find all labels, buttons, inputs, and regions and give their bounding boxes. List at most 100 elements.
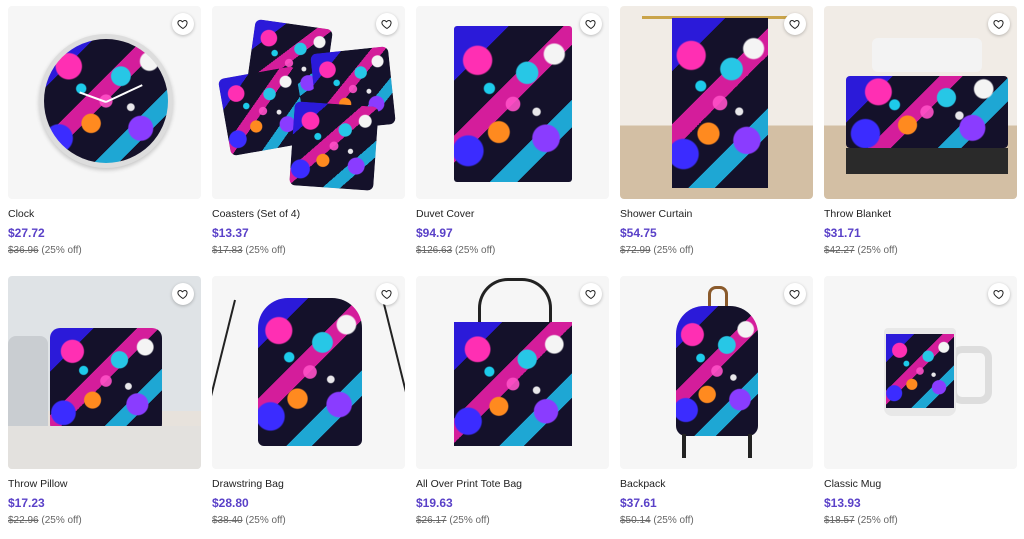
- bed-pillows: [872, 38, 982, 72]
- sofa-seat: [8, 426, 201, 469]
- product-image-drawstring-bag[interactable]: [212, 276, 405, 469]
- product-card-classic-mug[interactable]: Classic Mug $13.93 $18.57 (25% off): [824, 276, 1017, 535]
- heart-outline-icon: [789, 289, 800, 300]
- product-price: $13.93: [824, 496, 861, 510]
- heart-outline-icon: [177, 19, 188, 30]
- backpack-strap-right: [748, 434, 752, 458]
- product-price: $94.97: [416, 226, 453, 240]
- product-price: $19.63: [416, 496, 453, 510]
- product-name[interactable]: Shower Curtain: [620, 208, 813, 221]
- original-price: $18.57: [824, 515, 855, 526]
- product-image-throw-blanket[interactable]: [824, 6, 1017, 199]
- original-price: $42.27: [824, 245, 855, 256]
- original-price: $22.96: [8, 515, 39, 526]
- favorite-button[interactable]: [172, 13, 194, 35]
- product-price: $31.71: [824, 226, 861, 240]
- product-price: $27.72: [8, 226, 45, 240]
- product-name[interactable]: Drawstring Bag: [212, 478, 405, 491]
- product-original-price-row: $72.99 (25% off): [620, 245, 813, 257]
- favorite-button[interactable]: [580, 283, 602, 305]
- heart-outline-icon: [177, 289, 188, 300]
- favorite-button[interactable]: [376, 13, 398, 35]
- product-image-duvet-cover[interactable]: [416, 6, 609, 199]
- product-name[interactable]: Throw Pillow: [8, 478, 201, 491]
- mug-handle: [950, 346, 992, 404]
- discount-label: (25% off): [653, 515, 694, 526]
- favorite-button[interactable]: [172, 283, 194, 305]
- product-price: $28.80: [212, 496, 249, 510]
- backpack-strap-left: [682, 434, 686, 458]
- product-image-clock[interactable]: [8, 6, 201, 199]
- favorite-button[interactable]: [784, 283, 806, 305]
- favorite-button[interactable]: [376, 283, 398, 305]
- heart-outline-icon: [993, 19, 1004, 30]
- heart-outline-icon: [993, 289, 1004, 300]
- discount-label: (25% off): [653, 245, 694, 256]
- product-card-backpack[interactable]: Backpack $37.61 $50.14 (25% off): [620, 276, 813, 535]
- heart-outline-icon: [381, 19, 392, 30]
- backpack-pattern: [676, 306, 758, 436]
- product-card-clock[interactable]: Clock $27.72 $36.96 (25% off): [8, 6, 201, 265]
- product-card-shower-curtain[interactable]: Shower Curtain $54.75 $72.99 (25% off): [620, 6, 813, 265]
- product-card-tote-bag[interactable]: All Over Print Tote Bag $19.63 $26.17 (2…: [416, 276, 609, 535]
- discount-label: (25% off): [454, 245, 496, 256]
- product-image-throw-pillow[interactable]: [8, 276, 201, 469]
- discount-label: (25% off): [245, 515, 286, 526]
- product-original-price-row: $18.57 (25% off): [824, 515, 1017, 527]
- product-price: $17.23: [8, 496, 45, 510]
- product-original-price-row: $17.83 (25% off): [212, 245, 405, 257]
- product-name[interactable]: Backpack: [620, 478, 813, 491]
- product-price: $54.75: [620, 226, 657, 240]
- product-price: $37.61: [620, 496, 657, 510]
- favorite-button[interactable]: [580, 13, 602, 35]
- discount-label: (25% off): [245, 245, 286, 256]
- tote-bag-pattern: [454, 322, 572, 446]
- favorite-button[interactable]: [988, 283, 1010, 305]
- discount-label: (25% off): [41, 515, 82, 526]
- product-image-tote-bag[interactable]: [416, 276, 609, 469]
- product-image-coasters[interactable]: [212, 6, 405, 199]
- bed-frame: [846, 148, 1008, 174]
- original-price: $126.63: [416, 245, 453, 256]
- product-card-throw-pillow[interactable]: Throw Pillow $17.23 $22.96 (25% off): [8, 276, 201, 535]
- coaster-4: [289, 101, 379, 191]
- product-image-shower-curtain[interactable]: [620, 6, 813, 199]
- heart-outline-icon: [381, 289, 392, 300]
- product-name[interactable]: Coasters (Set of 4): [212, 208, 405, 221]
- original-price: $26.17: [416, 515, 447, 526]
- favorite-button[interactable]: [988, 13, 1010, 35]
- original-price: $36.96: [8, 245, 39, 256]
- product-original-price-row: $50.14 (25% off): [620, 515, 813, 527]
- product-price: $13.37: [212, 226, 249, 240]
- discount-label: (25% off): [857, 515, 898, 526]
- product-card-duvet-cover[interactable]: Duvet Cover $94.97 $126.63 (25% off): [416, 6, 609, 265]
- product-grid: Clock $27.72 $36.96 (25% off) Coasters (…: [8, 6, 1017, 535]
- product-card-throw-blanket[interactable]: Throw Blanket $31.71 $42.27 (25% off): [824, 6, 1017, 265]
- favorite-button[interactable]: [784, 13, 806, 35]
- product-card-drawstring-bag[interactable]: Drawstring Bag $28.80 $38.40 (25% off): [212, 276, 405, 535]
- original-price: $17.83: [212, 245, 243, 256]
- pillow-pattern: [50, 328, 162, 434]
- product-original-price-row: $38.40 (25% off): [212, 515, 405, 527]
- drawstring-cord-left: [212, 299, 236, 446]
- drawstring-bag-pattern: [258, 298, 362, 446]
- product-card-coasters[interactable]: Coasters (Set of 4) $13.37 $17.83 (25% o…: [212, 6, 405, 265]
- product-name[interactable]: Classic Mug: [824, 478, 1017, 491]
- product-name[interactable]: Duvet Cover: [416, 208, 609, 221]
- original-price: $38.40: [212, 515, 243, 526]
- duvet-pattern: [454, 26, 572, 182]
- original-price: $72.99: [620, 245, 651, 256]
- heart-outline-icon: [585, 19, 596, 30]
- product-name[interactable]: Throw Blanket: [824, 208, 1017, 221]
- drawstring-cord-right: [382, 299, 405, 446]
- discount-label: (25% off): [41, 245, 82, 256]
- product-original-price-row: $42.27 (25% off): [824, 245, 1017, 257]
- curtain-pattern: [672, 18, 768, 188]
- mug-pattern: [886, 334, 954, 408]
- product-image-backpack[interactable]: [620, 276, 813, 469]
- product-original-price-row: $126.63 (25% off): [416, 245, 609, 257]
- product-name[interactable]: Clock: [8, 208, 201, 221]
- product-image-classic-mug[interactable]: [824, 276, 1017, 469]
- product-name[interactable]: All Over Print Tote Bag: [416, 478, 609, 491]
- product-original-price-row: $36.96 (25% off): [8, 245, 201, 257]
